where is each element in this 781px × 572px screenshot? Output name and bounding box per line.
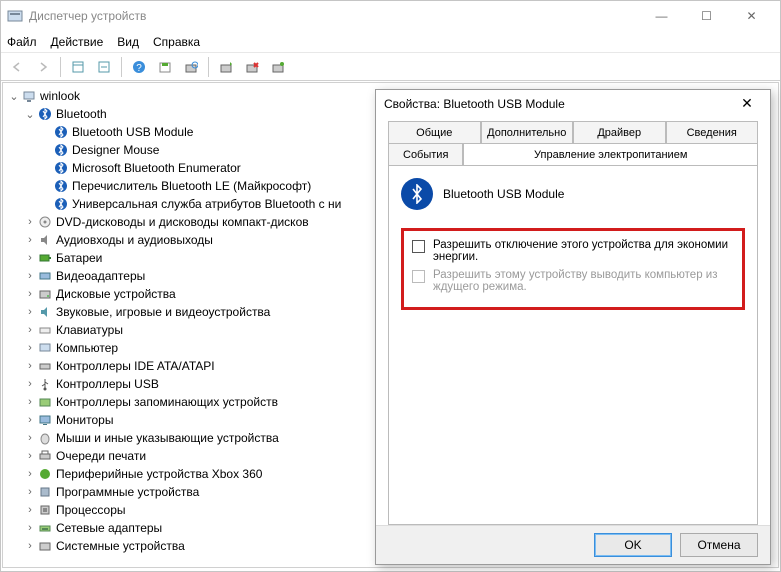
checkbox-allow-turnoff[interactable]: Разрешить отключение этого устройства дл… [412,239,734,263]
network-icon [37,520,53,536]
bluetooth-icon [53,142,69,158]
menu-action[interactable]: Действие [51,35,104,49]
disable-button[interactable] [266,56,290,78]
device-name-label: Bluetooth USB Module [443,187,564,201]
menu-file[interactable]: Файл [7,35,37,49]
xbox-icon [37,466,53,482]
computer-icon [37,340,53,356]
svg-text:?: ? [136,63,142,74]
storage-icon [37,394,53,410]
cancel-button[interactable]: Отмена [680,533,758,557]
tab-driver[interactable]: Драйвер [573,121,666,143]
bluetooth-icon [53,160,69,176]
menu-view[interactable]: Вид [117,35,139,49]
toolbar-btn-1[interactable] [66,56,90,78]
maximize-button[interactable]: ☐ [684,1,729,31]
bluetooth-icon [401,178,433,210]
app-icon [7,8,23,24]
tab-panel-power: Bluetooth USB Module Разрешить отключени… [388,165,758,525]
help-button[interactable]: ? [127,56,151,78]
monitor-icon [37,412,53,428]
checkbox-icon[interactable] [412,240,425,253]
printer-icon [37,448,53,464]
update-driver-button[interactable] [214,56,238,78]
menubar: Файл Действие Вид Справка [1,31,780,53]
keyboard-icon [37,322,53,338]
checkbox-allow-wake: Разрешить этому устройству выводить комп… [412,269,734,293]
disk-icon [37,286,53,302]
highlighted-options: Разрешить отключение этого устройства дл… [401,228,745,310]
cpu-icon [37,502,53,518]
system-icon [37,538,53,554]
display-adapter-icon [37,268,53,284]
uninstall-button[interactable] [240,56,264,78]
sound-icon [37,304,53,320]
menu-help[interactable]: Справка [153,35,200,49]
window-titlebar: Диспетчер устройств — ☐ ✕ [1,1,780,31]
dvd-icon [37,214,53,230]
scan-hardware-button[interactable] [179,56,203,78]
forward-button [31,56,55,78]
dialog-titlebar: Свойства: Bluetooth USB Module ✕ [376,90,770,117]
tab-advanced[interactable]: Дополнительно [481,121,574,143]
ide-icon [37,358,53,374]
properties-dialog: Свойства: Bluetooth USB Module ✕ Общие Д… [375,89,771,565]
software-icon [37,484,53,500]
battery-icon [37,250,53,266]
bluetooth-icon [53,124,69,140]
computer-icon [21,88,37,104]
bluetooth-icon [37,106,53,122]
minimize-button[interactable]: — [639,1,684,31]
bluetooth-icon [53,196,69,212]
audio-icon [37,232,53,248]
dialog-title: Свойства: Bluetooth USB Module [384,97,732,111]
tab-details[interactable]: Сведения [666,121,759,143]
toolbar-btn-2[interactable] [92,56,116,78]
mouse-icon [37,430,53,446]
close-button[interactable]: ✕ [729,1,774,31]
bluetooth-icon [53,178,69,194]
dialog-close-button[interactable]: ✕ [732,95,762,112]
tab-power-management[interactable]: Управление электропитанием [463,143,758,165]
ok-button[interactable]: OK [594,533,672,557]
checkbox-icon [412,270,425,283]
toolbar-btn-3[interactable] [153,56,177,78]
back-button [5,56,29,78]
tab-events[interactable]: События [388,143,463,165]
tab-general[interactable]: Общие [388,121,481,143]
window-title: Диспетчер устройств [29,9,639,23]
usb-icon [37,376,53,392]
toolbar: ? [1,53,780,81]
